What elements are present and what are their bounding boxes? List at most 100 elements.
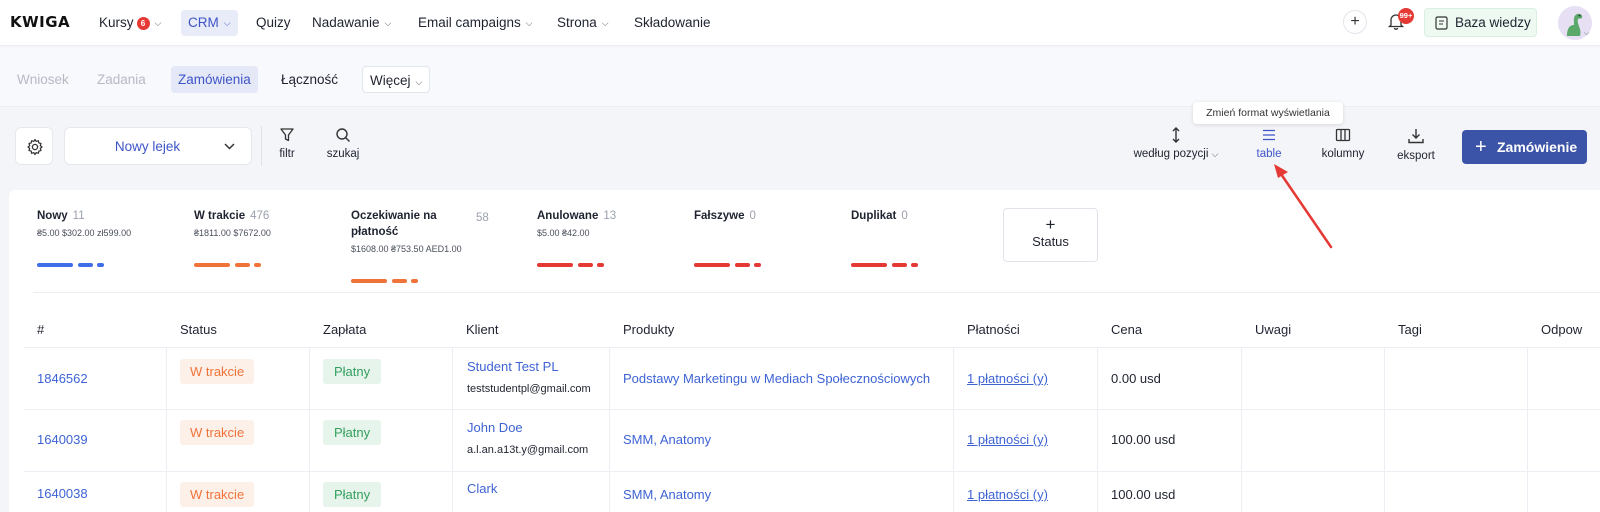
- tab-wniosek[interactable]: Wniosek: [10, 66, 76, 93]
- funnel-select[interactable]: Nowy lejek: [64, 127, 252, 165]
- nav-strona[interactable]: Strona ⌵: [550, 10, 616, 36]
- payments-link[interactable]: 1 płatności (y): [967, 432, 1048, 447]
- tab-zadania[interactable]: Zadania: [90, 66, 153, 93]
- payments-link[interactable]: 1 płatności (y): [967, 487, 1048, 502]
- export-label: eksport: [1397, 150, 1435, 162]
- products-link[interactable]: SMM, Anatomy: [623, 432, 711, 447]
- order-id-link[interactable]: 1640039: [37, 432, 88, 447]
- status-card-title: Duplikat 0: [851, 208, 981, 224]
- nav-nadawanie[interactable]: Nadawanie ⌵: [305, 10, 398, 36]
- funnel-select-value: Nowy lejek: [114, 139, 181, 154]
- nav-crm[interactable]: CRM ⌵: [181, 10, 238, 36]
- products-link[interactable]: SMM, Anatomy: [623, 487, 711, 502]
- column-header-payment[interactable]: Zapłata: [323, 322, 366, 337]
- status-badge[interactable]: W trakcie: [180, 420, 255, 445]
- client-name-link[interactable]: Clark: [467, 481, 497, 496]
- chevron-down-icon: ⌵: [384, 18, 392, 28]
- tab-wiecej[interactable]: Więcej ⌵: [362, 66, 431, 93]
- list-icon: [1263, 129, 1275, 141]
- column-header-client[interactable]: Klient: [466, 322, 499, 337]
- top-navigation: KWIGA Kursy 6 ⌵ CRM ⌵ Quizy Nadawanie ⌵ Emai…: [0, 0, 1600, 46]
- progress-bar: [392, 279, 407, 283]
- column-header-status[interactable]: Status: [180, 322, 217, 337]
- progress-bar: [235, 263, 250, 267]
- nav-nadawanie-label: Nadawanie: [312, 15, 380, 30]
- columns-label: kolumny: [1321, 148, 1365, 160]
- nav-kursy[interactable]: Kursy 6 ⌵: [92, 10, 168, 36]
- app-logo[interactable]: KWIGA: [10, 13, 70, 31]
- filter-icon: [280, 128, 294, 142]
- order-id-link[interactable]: 1846562: [37, 371, 88, 386]
- filter-label: filtr: [279, 148, 295, 160]
- chevron-down-icon[interactable]: ⌵: [1584, 30, 1589, 38]
- chevron-down-icon: ⌵: [525, 18, 533, 28]
- chevron-down-icon: ⌵: [1211, 149, 1219, 159]
- status-card-oczekiwanie[interactable]: Oczekiwanie na płatność 58 $1608.00 ₴753…: [351, 208, 511, 283]
- add-status-label: Status: [1032, 234, 1069, 249]
- knowledge-base-button[interactable]: Baza wiedzy: [1424, 8, 1537, 37]
- chevron-down-icon: ⌵: [154, 18, 162, 28]
- tab-lacznosc[interactable]: Łączność: [274, 66, 345, 93]
- nav-quizy[interactable]: Quizy: [249, 10, 298, 36]
- status-count: 476: [250, 210, 270, 222]
- nav-crm-label: CRM: [188, 15, 219, 30]
- price-value: 100.00 usd: [1111, 432, 1176, 447]
- plus-icon: +: [1045, 215, 1056, 234]
- client-name-link[interactable]: Student Test PL: [467, 359, 559, 374]
- order-id-link[interactable]: 1640038: [37, 486, 88, 501]
- status-card-title: Fałszywe 0: [694, 208, 824, 224]
- nav-strona-label: Strona: [557, 15, 597, 30]
- status-card-nowy[interactable]: Nowy 11 ₴5.00 $302.00 zł599.00: [37, 208, 167, 267]
- nav-skladowanie[interactable]: Składowanie: [627, 10, 718, 36]
- sort-button[interactable]: według pozycji ⌵: [1128, 127, 1224, 160]
- column-header-payments[interactable]: Płatności: [967, 322, 1020, 337]
- status-card-anulowane[interactable]: Anulowane 13 $5.00 ₴42.00: [537, 208, 667, 267]
- payment-badge-label: Płatny: [323, 482, 382, 507]
- column-header-responsible[interactable]: Odpow: [1541, 322, 1582, 337]
- filter-button[interactable]: filtr: [276, 127, 298, 160]
- settings-button[interactable]: [15, 127, 53, 165]
- status-name: W trakcie: [194, 210, 246, 222]
- column-header-price[interactable]: Cena: [1111, 322, 1142, 337]
- sort-arrows-icon: [1172, 127, 1180, 143]
- column-header-notes[interactable]: Uwagi: [1255, 322, 1291, 337]
- client-name-link[interactable]: John Doe: [467, 420, 523, 435]
- view-format-button[interactable]: table: [1254, 127, 1284, 160]
- search-button[interactable]: szukaj: [326, 127, 360, 160]
- new-order-button[interactable]: + Zamówienie: [1462, 130, 1587, 164]
- nav-email-campaigns[interactable]: Email campaigns ⌵: [411, 10, 540, 36]
- status-sums: $1608.00 ₴753.50 AED1.00: [351, 244, 462, 254]
- chevron-down-icon: [224, 143, 235, 150]
- status-name: Duplikat: [851, 210, 897, 222]
- progress-bar: [892, 263, 907, 267]
- column-header-products[interactable]: Produkty: [623, 322, 674, 337]
- progress-bar: [97, 263, 104, 267]
- columns-button[interactable]: kolumny: [1321, 127, 1365, 160]
- divider: [1384, 347, 1385, 512]
- view-format-label: table: [1256, 148, 1282, 160]
- status-badge[interactable]: W trakcie: [180, 359, 255, 384]
- export-button[interactable]: eksport: [1395, 127, 1437, 162]
- payments-link[interactable]: 1 płatności (y): [967, 371, 1048, 386]
- status-card-w-trakcie[interactable]: W trakcie 476 ₴1811.00 $7672.00: [194, 208, 324, 267]
- status-count: 58: [476, 212, 489, 224]
- book-icon: [1435, 16, 1448, 30]
- divider: [452, 347, 453, 512]
- tab-zamowienia[interactable]: Zamówienia: [171, 66, 258, 93]
- status-badge-label: W trakcie: [180, 482, 255, 507]
- nav-kursy-badge: 6: [136, 17, 150, 30]
- column-header-id[interactable]: #: [37, 322, 44, 337]
- progress-bar: [735, 263, 750, 267]
- status-badge[interactable]: W trakcie: [180, 482, 255, 507]
- status-sums: ₴1811.00 $7672.00: [194, 228, 271, 238]
- client-email: teststudentpl@gmail.com: [467, 383, 591, 395]
- status-card-falszywe[interactable]: Fałszywe 0: [694, 208, 824, 267]
- add-status-button[interactable]: + Status: [1003, 208, 1098, 262]
- progress-bar: [537, 263, 573, 267]
- progress-bar: [694, 263, 730, 267]
- column-header-tags[interactable]: Tagi: [1398, 322, 1422, 337]
- sort-label: według pozycji: [1133, 148, 1209, 160]
- add-icon[interactable]: +: [1343, 10, 1367, 34]
- products-link[interactable]: Podstawy Marketingu w Mediach Społecznoś…: [623, 371, 930, 386]
- status-card-duplikat[interactable]: Duplikat 0: [851, 208, 981, 267]
